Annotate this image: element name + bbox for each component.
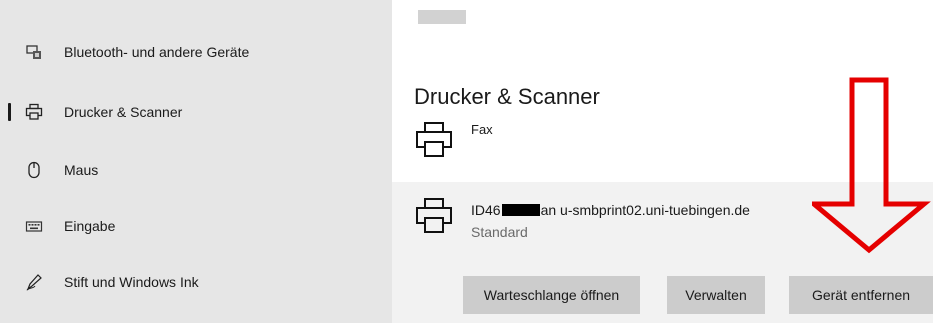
sidebar-item-label: Stift und Windows Ink (64, 274, 199, 290)
sidebar-item-label: Eingabe (64, 218, 116, 234)
printer-item-fax[interactable]: Fax (392, 112, 933, 176)
sidebar-item-label: Drucker & Scanner (64, 104, 183, 120)
main-content: Drucker & Scanner Fax ID46 an u-smbprint0… (392, 0, 933, 323)
printer-status: Standard (471, 224, 528, 240)
sidebar-item-printers[interactable]: Drucker & Scanner (0, 92, 392, 132)
printer-icon (414, 120, 454, 160)
sidebar: Bluetooth- und andere Geräte Drucker & S… (0, 0, 392, 323)
selection-indicator (8, 103, 11, 121)
remove-device-button[interactable]: Gerät entfernen (789, 276, 933, 314)
printer-icon (25, 103, 43, 121)
page-title: Drucker & Scanner (414, 84, 600, 109)
printer-name-prefix: ID46 (471, 202, 501, 218)
sidebar-item-bluetooth[interactable]: Bluetooth- und andere Geräte (0, 32, 392, 72)
printer-icon (414, 196, 454, 236)
header-placeholder (418, 10, 466, 24)
printer-name: ID46 an u-smbprint02.uni-tuebingen.de (471, 202, 750, 218)
sidebar-item-pen[interactable]: Stift und Windows Ink (0, 262, 392, 302)
printer-item-selected[interactable]: ID46 an u-smbprint02.uni-tuebingen.de Sta… (392, 182, 933, 323)
sidebar-item-label: Bluetooth- und andere Geräte (64, 44, 250, 60)
redaction-block (501, 204, 540, 216)
bluetooth-devices-icon (25, 43, 43, 61)
sidebar-item-mouse[interactable]: Maus (0, 150, 392, 190)
mouse-icon (25, 161, 43, 179)
open-queue-button[interactable]: Warteschlange öffnen (463, 276, 640, 314)
pen-icon (25, 273, 43, 291)
printer-name-suffix: an u-smbprint02.uni-tuebingen.de (540, 202, 750, 218)
sidebar-item-label: Maus (64, 162, 99, 178)
manage-button[interactable]: Verwalten (667, 276, 765, 314)
keyboard-icon (25, 217, 43, 235)
printer-name: Fax (471, 122, 493, 137)
sidebar-item-input[interactable]: Eingabe (0, 206, 392, 246)
